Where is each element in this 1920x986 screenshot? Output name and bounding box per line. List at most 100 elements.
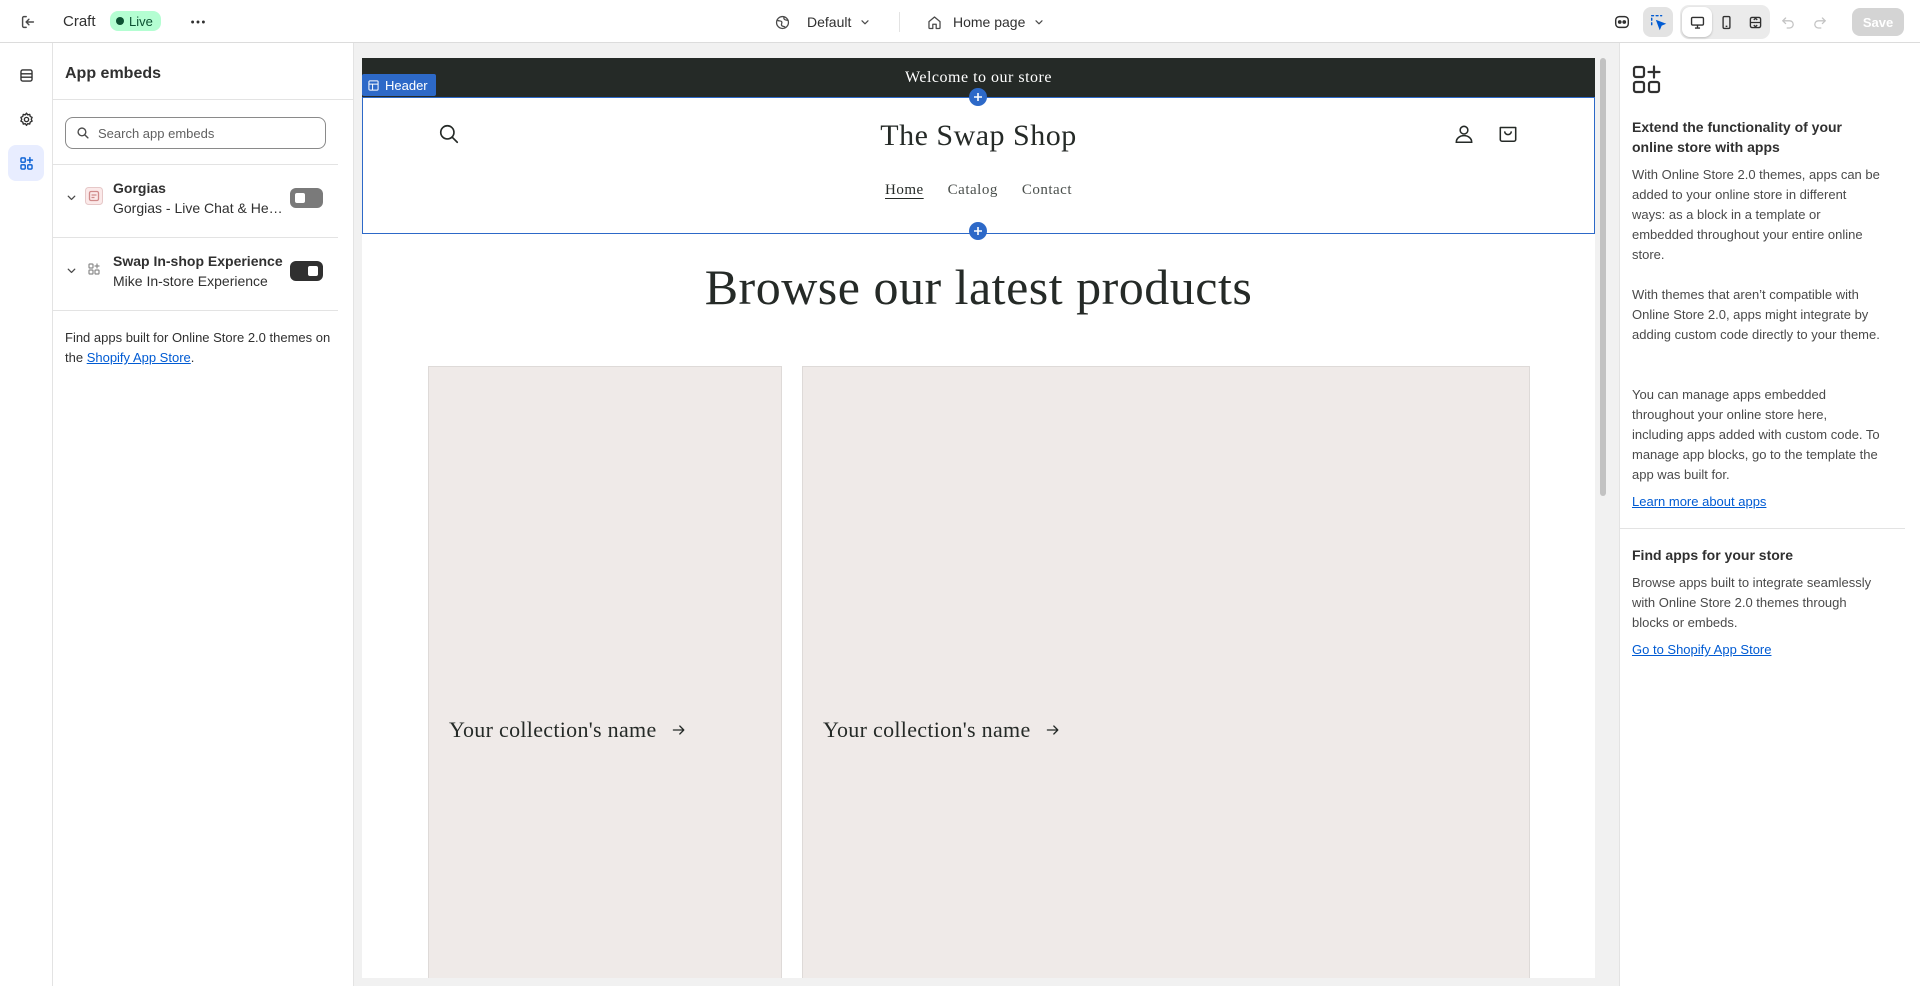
collection-card[interactable]: Your collection's name bbox=[802, 366, 1530, 978]
store-header[interactable]: The Swap Shop Home Catalog Contact bbox=[362, 97, 1595, 233]
app-store-hint: Find apps built for Online Store 2.0 the… bbox=[65, 328, 335, 368]
section-tag-header[interactable]: Header bbox=[362, 74, 436, 96]
arrow-right-icon bbox=[672, 725, 684, 735]
app-info-panel: Extend the functionality of your online … bbox=[1619, 43, 1920, 986]
plus-icon bbox=[974, 227, 982, 235]
nav-link-home[interactable]: Home bbox=[885, 182, 924, 201]
app-embed-toggle[interactable] bbox=[290, 261, 323, 281]
inspector-toggle-button[interactable] bbox=[1643, 7, 1673, 37]
status-badge: Live bbox=[110, 11, 161, 31]
app-embed-toggle[interactable] bbox=[290, 188, 323, 208]
chevron-down-icon[interactable] bbox=[65, 191, 78, 204]
store-nav: Home Catalog Contact bbox=[362, 182, 1595, 201]
template-selector-label: Default bbox=[807, 14, 852, 30]
chevron-down-icon bbox=[861, 20, 869, 25]
app-name: Gorgias bbox=[113, 180, 166, 196]
app-subtitle: Mike In-store Experience bbox=[113, 273, 268, 289]
collection-card-label: Your collection's name bbox=[823, 717, 1061, 743]
expand-icon bbox=[1749, 16, 1761, 28]
home-icon bbox=[928, 15, 941, 29]
save-button[interactable]: Save bbox=[1852, 8, 1904, 36]
app-embeds-panel: App embeds Gorgias Gorgias - Live Chat &… bbox=[53, 43, 354, 986]
more-actions-button[interactable] bbox=[186, 10, 210, 34]
mobile-icon bbox=[1721, 15, 1731, 29]
fullscreen-view-button[interactable] bbox=[1740, 7, 1770, 37]
collection-name: Your collection's name bbox=[449, 717, 657, 742]
live-dot-icon bbox=[116, 17, 124, 25]
theme-name: Craft bbox=[63, 13, 96, 30]
sidekick-icon bbox=[1614, 15, 1630, 29]
find-apps-heading: Find apps for your store bbox=[1632, 547, 1794, 563]
account-icon[interactable] bbox=[1453, 123, 1475, 145]
divider bbox=[53, 99, 353, 100]
desktop-view-button[interactable] bbox=[1682, 7, 1712, 37]
status-badge-label: Live bbox=[129, 13, 153, 29]
divider bbox=[53, 310, 338, 311]
more-horizontal-icon bbox=[191, 20, 205, 24]
nav-link-contact[interactable]: Contact bbox=[1022, 182, 1072, 201]
exit-icon bbox=[21, 15, 35, 29]
mobile-view-button[interactable] bbox=[1711, 7, 1741, 37]
exit-button[interactable] bbox=[14, 10, 42, 34]
info-paragraph: You can manage apps embedded throughout … bbox=[1632, 387, 1880, 482]
add-section-below-button[interactable] bbox=[969, 222, 987, 240]
cart-icon[interactable] bbox=[1497, 122, 1519, 144]
hint-text-end: . bbox=[190, 350, 195, 365]
gear-icon bbox=[19, 111, 33, 126]
toggle-knob bbox=[295, 193, 305, 203]
gorgias-app-icon bbox=[85, 187, 103, 205]
sections-button[interactable] bbox=[8, 57, 44, 93]
editor-rail bbox=[0, 43, 53, 986]
app-embeds-button[interactable] bbox=[8, 145, 44, 181]
collection-name: Your collection's name bbox=[823, 717, 1031, 742]
section-icon bbox=[368, 79, 379, 91]
collection-card[interactable]: Your collection's name bbox=[428, 366, 782, 978]
sidekick-button[interactable] bbox=[1607, 7, 1637, 37]
collection-list-heading: Browse our latest products bbox=[704, 259, 1253, 315]
redo-icon bbox=[1814, 17, 1826, 29]
device-view-group bbox=[1680, 5, 1770, 39]
select-cursor-icon bbox=[1650, 14, 1667, 31]
sections-icon bbox=[19, 68, 33, 82]
desktop-icon bbox=[1690, 16, 1704, 29]
shopify-app-store-link[interactable]: Shopify App Store bbox=[87, 350, 191, 365]
theme-settings-button[interactable] bbox=[8, 101, 44, 137]
plus-icon bbox=[974, 93, 982, 101]
page-selector-label: Home page bbox=[953, 14, 1026, 30]
chevron-down-icon[interactable] bbox=[65, 264, 78, 277]
announcement-text: Welcome to our store bbox=[905, 68, 1052, 86]
panel-title: App embeds bbox=[65, 65, 162, 82]
learn-more-apps-link[interactable]: Learn more about apps bbox=[1632, 494, 1766, 509]
store-logo-text[interactable]: The Swap Shop bbox=[362, 119, 1595, 153]
nav-link-catalog[interactable]: Catalog bbox=[948, 182, 998, 201]
template-selector[interactable]: Default bbox=[774, 10, 871, 34]
find-apps-text: Browse apps built to integrate seamlessl… bbox=[1632, 575, 1872, 630]
preview-scrollbar[interactable] bbox=[1600, 58, 1606, 496]
divider bbox=[1620, 528, 1905, 529]
info-paragraph: With themes that aren’t compatible with … bbox=[1632, 287, 1880, 342]
app-grid-icon bbox=[85, 260, 103, 278]
app-name: Swap In-shop Experience bbox=[113, 253, 283, 269]
globe-icon bbox=[775, 15, 790, 29]
add-section-above-button[interactable] bbox=[969, 88, 987, 106]
info-heading: Extend the functionality of your online … bbox=[1632, 119, 1843, 155]
app-embed-row-swap: Swap In-shop Experience Mike In-store Ex… bbox=[53, 238, 338, 310]
top-bar: Craft Live Default Home page Save bbox=[0, 0, 1920, 43]
search-icon bbox=[77, 127, 89, 139]
collection-card-label: Your collection's name bbox=[449, 717, 687, 743]
app-embed-row-gorgias: Gorgias Gorgias - Live Chat & Help Desk bbox=[53, 165, 338, 237]
undo-button[interactable] bbox=[1773, 7, 1803, 37]
search-box bbox=[65, 117, 326, 149]
undo-icon bbox=[1782, 17, 1794, 29]
apps-icon bbox=[19, 156, 33, 170]
search-input[interactable] bbox=[98, 125, 308, 141]
divider bbox=[899, 12, 900, 32]
go-to-app-store-link[interactable]: Go to Shopify App Store bbox=[1632, 642, 1771, 657]
section-tag-label: Header bbox=[385, 77, 428, 93]
chevron-down-icon bbox=[1035, 20, 1043, 25]
page-selector[interactable]: Home page bbox=[926, 10, 1045, 34]
arrow-right-icon bbox=[1046, 725, 1058, 735]
redo-button[interactable] bbox=[1805, 7, 1835, 37]
toggle-knob bbox=[308, 266, 318, 276]
app-subtitle: Gorgias - Live Chat & Help Desk bbox=[113, 200, 283, 216]
